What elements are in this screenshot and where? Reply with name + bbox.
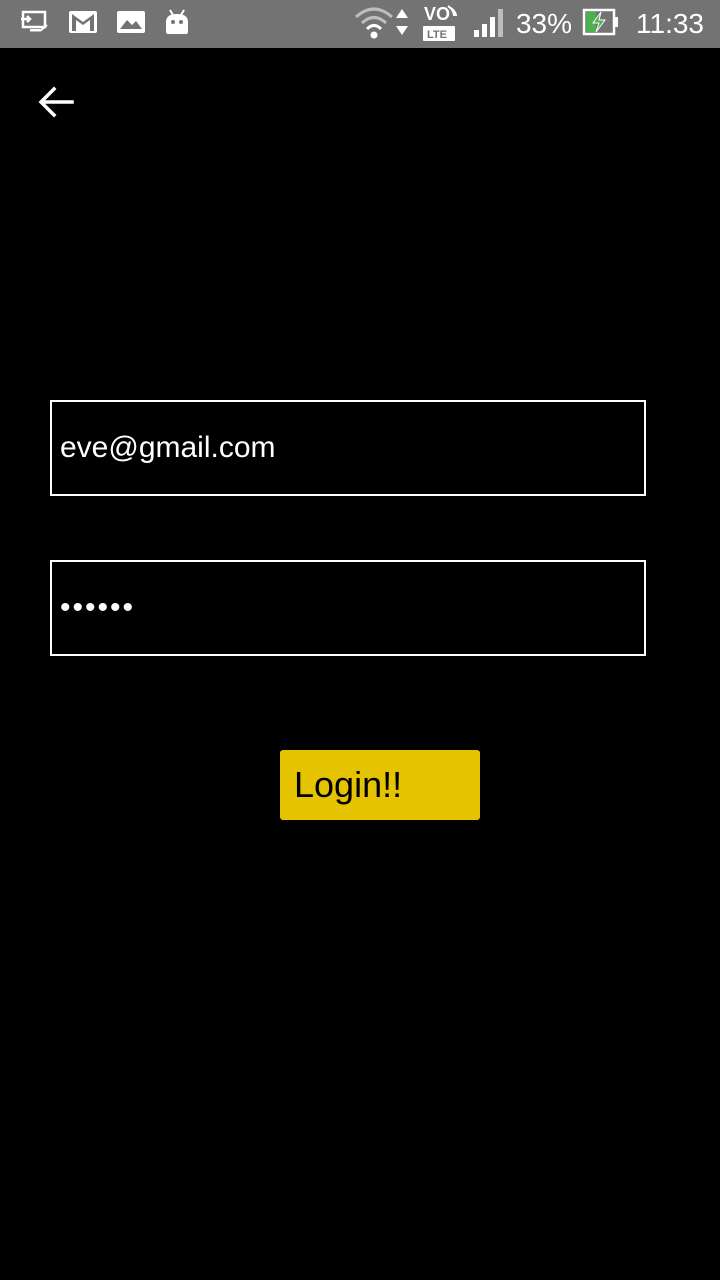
arrow-back-icon bbox=[38, 86, 74, 123]
volte-label-bottom: LTE bbox=[427, 29, 447, 41]
volte-icon: VO LTE bbox=[422, 2, 460, 47]
volte-label-top: VO bbox=[424, 4, 450, 24]
clock: 11:33 bbox=[636, 8, 704, 39]
password-field[interactable] bbox=[50, 560, 646, 656]
data-arrows-icon bbox=[394, 7, 410, 42]
status-bar: VO LTE 33% 11:33 bbox=[0, 0, 720, 48]
back-button[interactable] bbox=[28, 80, 84, 128]
android-icon bbox=[164, 8, 190, 41]
signal-icon bbox=[472, 6, 506, 43]
system-icons: VO LTE 33% 11:33 bbox=[354, 4, 704, 44]
gallery-icon bbox=[116, 10, 146, 39]
notification-icons bbox=[20, 8, 190, 40]
screen-cast-icon bbox=[20, 9, 50, 40]
gmail-icon bbox=[68, 10, 98, 39]
battery-percent: 33% bbox=[515, 8, 572, 39]
login-button[interactable]: Login!! bbox=[280, 750, 480, 820]
battery-charging-icon bbox=[582, 7, 620, 42]
email-field[interactable] bbox=[50, 400, 646, 496]
wifi-icon bbox=[354, 5, 394, 44]
